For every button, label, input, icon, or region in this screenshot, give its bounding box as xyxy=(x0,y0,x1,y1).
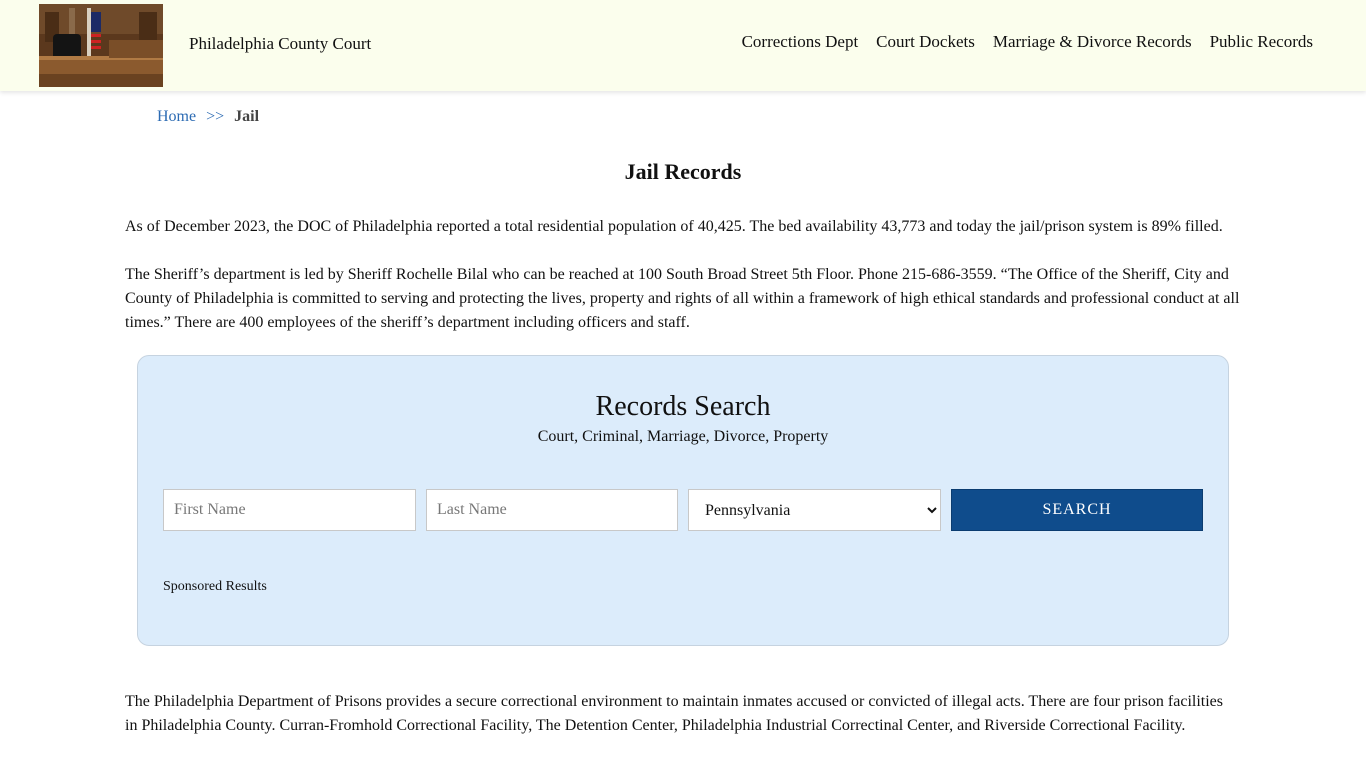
courtroom-logo-image[interactable] xyxy=(39,4,163,87)
search-button[interactable]: SEARCH xyxy=(951,489,1203,531)
sponsored-results-label: Sponsored Results xyxy=(163,579,267,594)
records-search-panel: Records Search Court, Criminal, Marriage… xyxy=(137,355,1229,646)
breadcrumb-current: Jail xyxy=(234,108,260,125)
nav-court-dockets[interactable]: Court Dockets xyxy=(876,32,975,52)
first-name-input[interactable] xyxy=(163,489,416,531)
nav-corrections-dept[interactable]: Corrections Dept xyxy=(742,32,859,52)
site-header: Philadelphia County Court Corrections De… xyxy=(0,0,1366,91)
nav-marriage-divorce-records[interactable]: Marriage & Divorce Records xyxy=(993,32,1192,52)
breadcrumb-home-link[interactable]: Home xyxy=(157,108,196,126)
nav-public-records[interactable]: Public Records xyxy=(1210,32,1313,52)
population-paragraph: As of December 2023, the DOC of Philadel… xyxy=(125,218,1223,235)
prisons-paragraph: The Philadelphia Department of Prisons p… xyxy=(125,693,1223,734)
last-name-input[interactable] xyxy=(426,489,678,531)
search-title: Records Search xyxy=(595,391,771,422)
page-title: Jail Records xyxy=(624,159,742,184)
breadcrumb: Home >> Jail xyxy=(157,108,259,126)
state-select[interactable]: Pennsylvania xyxy=(688,489,941,531)
search-subtitle: Court, Criminal, Marriage, Divorce, Prop… xyxy=(537,428,829,445)
sheriff-paragraph: The Sheriff’s department is led by Sheri… xyxy=(125,266,1240,331)
breadcrumb-separator: >> xyxy=(206,108,225,125)
main-nav: Corrections Dept Court Dockets Marriage … xyxy=(742,32,1313,52)
site-title[interactable]: Philadelphia County Court xyxy=(189,34,371,54)
